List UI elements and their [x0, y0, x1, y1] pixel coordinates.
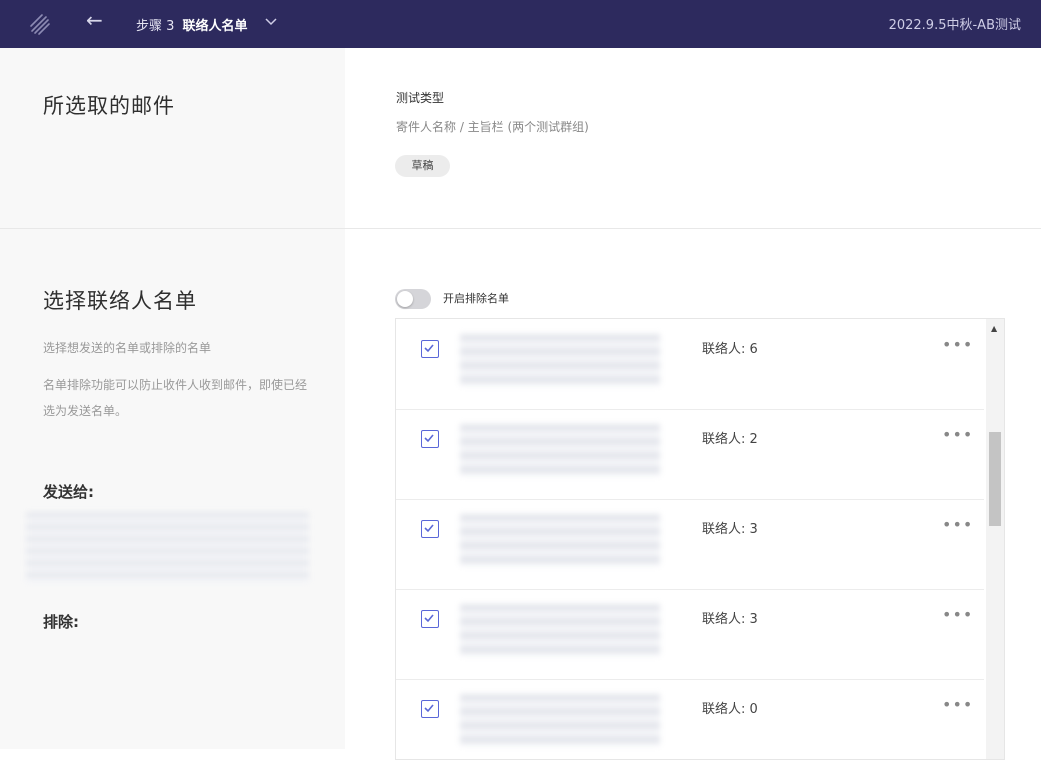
check-icon — [424, 524, 434, 533]
test-type-label: 测试类型 — [396, 91, 445, 105]
selected-mail-title: 所选取的邮件 — [43, 94, 175, 118]
contact-count: 联络人: 2 — [702, 432, 758, 447]
arrow-left-icon[interactable]: ← — [86, 8, 103, 32]
contact-list-title: 选择联络人名单 — [43, 289, 197, 313]
list-name-redacted — [460, 604, 660, 656]
check-icon — [424, 344, 434, 353]
list-item: 联络人: 6 ••• — [396, 319, 984, 410]
check-icon — [424, 614, 434, 623]
list-scrollbar[interactable]: ▲ — [986, 319, 1004, 759]
send-to-lists-redacted — [26, 512, 309, 584]
status-badge: 草稿 — [395, 155, 450, 177]
list-checkbox[interactable] — [421, 610, 439, 628]
list-checkbox[interactable] — [421, 430, 439, 448]
contact-count: 联络人: 6 — [702, 342, 758, 357]
exclude-list-desc: 名单排除功能可以防止收件人收到邮件，即使已经选为发送名单。 — [43, 378, 308, 418]
list-checkbox[interactable] — [421, 520, 439, 538]
list-checkbox[interactable] — [421, 340, 439, 358]
list-item: 联络人: 3 ••• — [396, 589, 984, 680]
list-checkbox[interactable] — [421, 700, 439, 718]
list-name-redacted — [460, 694, 660, 746]
more-options-icon[interactable]: ••• — [942, 425, 973, 444]
contact-count: 联络人: 0 — [702, 702, 758, 717]
test-type-value: 寄件人名称 / 主旨栏 (两个测试群组) — [396, 120, 589, 134]
section-divider — [0, 228, 1041, 229]
contact-lists-panel: 联络人: 6 ••• 联络人: 2 ••• 联络人: 3 ••• 联络人: 3 … — [395, 318, 1005, 760]
toggle-knob — [397, 291, 413, 307]
scroll-up-icon[interactable]: ▲ — [991, 324, 997, 333]
top-bar: ← 步骤 3 联络人名单 2022.9.5中秋-AB测试 — [0, 0, 1041, 48]
more-options-icon[interactable]: ••• — [942, 695, 973, 714]
exclude-label: 排除: — [43, 613, 79, 631]
brand-logo-icon[interactable] — [28, 12, 52, 36]
scroll-thumb[interactable] — [989, 432, 1001, 526]
exclude-toggle-label: 开启排除名单 — [443, 292, 509, 305]
check-icon — [424, 434, 434, 443]
campaign-name: 2022.9.5中秋-AB测试 — [888, 18, 1021, 33]
step-number: 步骤 3 — [136, 19, 175, 34]
list-name-redacted — [460, 514, 660, 566]
step-title: 联络人名单 — [182, 19, 248, 34]
contact-count: 联络人: 3 — [702, 522, 758, 537]
contact-list-desc: 选择想发送的名单或排除的名单 — [43, 341, 212, 355]
list-item: 联络人: 0 ••• — [396, 679, 984, 759]
chevron-down-icon[interactable] — [264, 14, 278, 28]
contact-count: 联络人: 3 — [702, 612, 758, 627]
more-options-icon[interactable]: ••• — [942, 515, 973, 534]
more-options-icon[interactable]: ••• — [942, 605, 973, 624]
list-item: 联络人: 2 ••• — [396, 409, 984, 500]
list-name-redacted — [460, 424, 660, 476]
send-to-label: 发送给: — [43, 483, 94, 501]
more-options-icon[interactable]: ••• — [942, 335, 973, 354]
exclude-list-toggle[interactable] — [395, 289, 431, 309]
list-name-redacted — [460, 334, 660, 386]
list-item: 联络人: 3 ••• — [396, 499, 984, 590]
step-indicator: 步骤 3 联络人名单 — [136, 15, 248, 34]
check-icon — [424, 704, 434, 713]
